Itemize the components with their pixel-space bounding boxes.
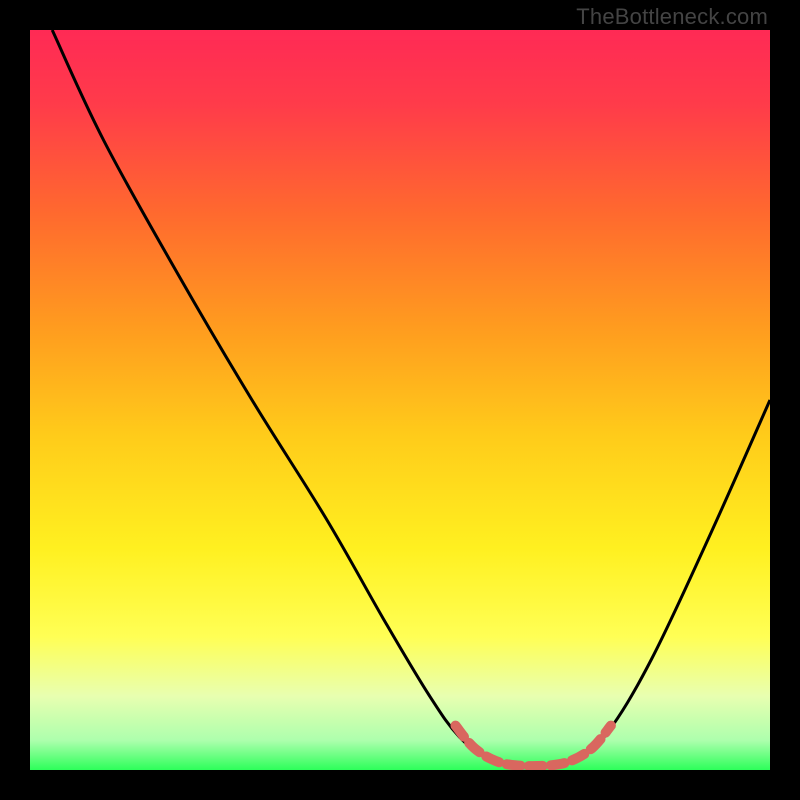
chart-background: [30, 30, 770, 770]
bottleneck-chart: [30, 30, 770, 770]
watermark-text: TheBottleneck.com: [576, 4, 768, 30]
